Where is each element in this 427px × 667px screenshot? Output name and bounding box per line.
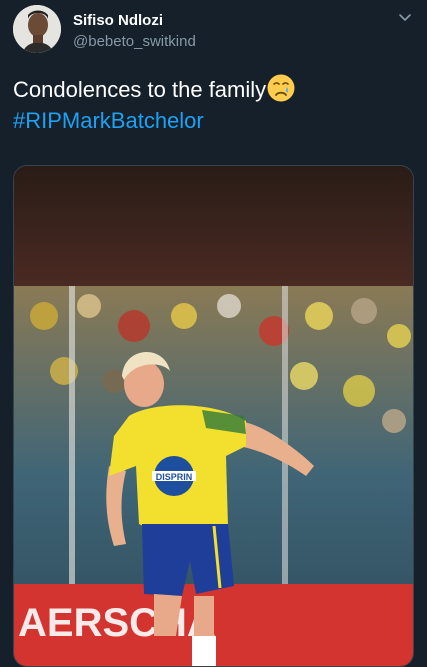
tweet-body: Condolences to the family [13,77,267,102]
crying-face-emoji [267,74,295,102]
banner-text: AERSCHA [18,601,216,645]
chevron-down-icon[interactable] [397,10,413,26]
tweet-text: Condolences to the family #RIPMarkBatche… [13,73,296,136]
photo-image: AERSCHA DISPRIN [14,166,413,666]
tweet-photo[interactable]: AERSCHA DISPRIN [13,165,414,667]
author-handle[interactable]: @bebeto_switkind [73,33,196,50]
tweet-card[interactable]: Sifiso Ndlozi @bebeto_switkind Condolenc… [0,0,427,667]
hashtag-link[interactable]: #RIPMarkBatchelor [13,105,296,136]
author-name[interactable]: Sifiso Ndlozi [73,12,163,29]
sponsor-text: DISPRIN [156,472,193,482]
avatar-image [13,5,61,53]
avatar[interactable] [13,5,61,53]
